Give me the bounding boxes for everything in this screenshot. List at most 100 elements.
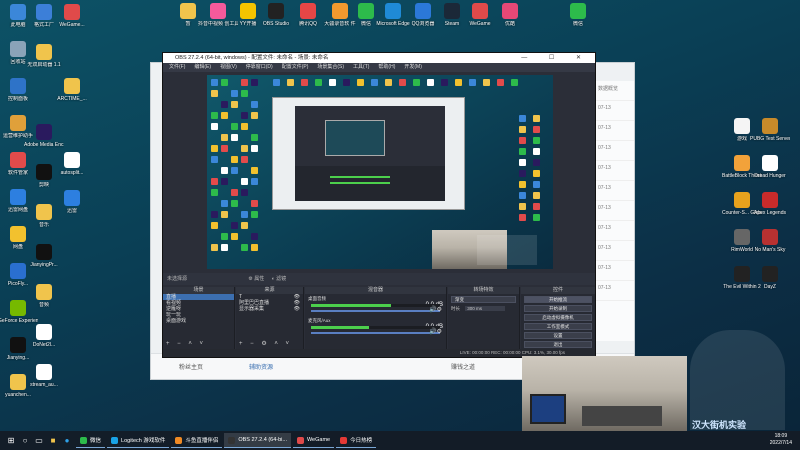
desktop-shortcut[interactable]: No Man's Sky (752, 229, 788, 263)
mixer-header: 混音器 (305, 287, 446, 294)
desktop-shortcut[interactable]: DoNet2l... (26, 324, 62, 358)
preview-desktop-icon (221, 178, 228, 185)
edge-taskbar-icon[interactable]: ● (60, 431, 74, 450)
desktop-shortcut[interactable]: 控制面板 (0, 78, 36, 112)
desktop-shortcut[interactable]: OBS Studio (258, 3, 294, 37)
preview-desktop-icon (301, 79, 308, 86)
control-button[interactable]: 设置 (524, 332, 592, 339)
apex-icon (762, 192, 778, 208)
taskbar-app[interactable]: WeGame (292, 433, 335, 448)
preview-desktop-icon (251, 211, 258, 218)
taskbar-app[interactable]: Logitech 游戏软件 (107, 433, 170, 448)
obs-menu-item[interactable]: 编辑(E) (194, 63, 211, 72)
earning-guide-label[interactable]: 赚钱之道 (451, 362, 475, 371)
obs-menu-item[interactable]: 帮助(H) (378, 63, 395, 72)
properties-button[interactable]: 属性 (254, 276, 264, 282)
search-icon[interactable]: ○ (18, 431, 32, 450)
thunder-drive-icon (10, 189, 26, 205)
taskbar-app[interactable]: 今日热榜 (336, 433, 377, 448)
windows-start-icon[interactable]: ⊞ (4, 431, 18, 450)
desktop-shortcut[interactable]: 音频 (26, 284, 62, 318)
desktop-shortcut[interactable]: DayZ (752, 266, 788, 300)
volume-slider[interactable]: 🔊⚙ (311, 307, 442, 313)
preview-desktop-icon (385, 79, 392, 86)
obs-preview-canvas[interactable] (207, 75, 553, 269)
support-resources-link[interactable]: 辅助资源 (249, 362, 273, 371)
obs-menu-item[interactable]: 工具(T) (353, 63, 369, 72)
scene-tools[interactable]: + − ˄ ˅ (166, 341, 206, 347)
control-button[interactable]: 开始录制 (524, 305, 592, 312)
preview-desktop-icon (413, 79, 420, 86)
obs-menu-item[interactable]: 配置文件(P) (282, 63, 309, 72)
speaker-icon[interactable]: 🔊⚙ (429, 328, 442, 335)
file-explorer-icon[interactable]: ■ (46, 431, 60, 450)
control-button[interactable]: 开始推流 (524, 296, 592, 303)
desktop-shortcut[interactable]: 迅雷 (54, 190, 90, 224)
visibility-eye-icon[interactable]: 👁 (294, 306, 300, 312)
desktop-shortcut[interactable]: 优酷 (492, 3, 528, 37)
control-button[interactable]: 退出 (524, 341, 592, 348)
data-overview-panel: 数据概览 07-13 07-13 07-13 07-13 07-13 07-13 07-13… (594, 81, 634, 341)
webcam-overlay (522, 356, 687, 431)
desktop-shortcut[interactable]: PUBG Test Server (750, 118, 790, 152)
monitor-in-webcam (530, 394, 566, 424)
source-tools[interactable]: + − ⚙ ˄ ˅ (239, 340, 292, 347)
desktop-shortcut-label: DayZ (764, 284, 776, 290)
preview-desktop-icon (441, 79, 448, 86)
desktop-shortcut[interactable]: WeGame... (54, 4, 90, 38)
preview-desktop-icon (211, 90, 218, 97)
desktop-shortcut[interactable]: Dread Hunger (752, 155, 788, 189)
evil-within-icon (734, 266, 750, 282)
desktop-shortcut[interactable]: 微信 (560, 3, 596, 37)
desktop-shortcut[interactable]: stream_au... (26, 364, 62, 398)
software-manager-icon (10, 152, 26, 168)
document-icon (36, 364, 52, 380)
desktop-shortcut[interactable]: 腾讯QQ (290, 3, 326, 37)
obs-menu-item[interactable]: 开发(M) (404, 63, 422, 72)
no-mans-sky-icon (762, 229, 778, 245)
taskbar-app[interactable]: 微信 (76, 433, 106, 448)
preview-desktop-icon (427, 79, 434, 86)
speaker-icon[interactable]: 🔊⚙ (429, 306, 442, 313)
filters-button[interactable]: 滤镜 (276, 276, 286, 282)
data-overview-row: 07-13 (594, 281, 634, 301)
taskbar-app[interactable]: OBS 27.2.4 (64-bi... (224, 433, 291, 448)
transitions-dock: 转场特效 渐变 时长 300 ms (448, 287, 520, 349)
taskbar-app[interactable]: 斗鱼直播伴侣 (171, 433, 223, 448)
obs-title-bar[interactable]: OBS 27.2.4 (64-bit, windows) - 配置文件: 未命名… (163, 53, 595, 63)
task-view-icon[interactable]: ▭ (32, 431, 46, 450)
data-overview-row: 07-13 (594, 121, 634, 141)
obs-menu-item[interactable]: 停靠窗口(D) (246, 63, 273, 72)
duration-input[interactable]: 300 ms (465, 306, 506, 311)
desktop-shortcut[interactable]: ARCTIME_... (54, 78, 90, 112)
desktop-shortcut[interactable]: Apex Legends (752, 192, 788, 226)
control-button[interactable]: 工作室模式 (524, 323, 592, 330)
gear-icon[interactable]: ⚙ (248, 276, 252, 282)
desktop-shortcut[interactable]: JianyingPr... (26, 244, 62, 278)
source-item[interactable]: 显示器采集 👁 (236, 306, 303, 312)
control-button[interactable]: 启动虚拟摄像机 (524, 314, 592, 321)
transition-select[interactable]: 渐变 (451, 296, 516, 303)
app-icon (111, 436, 119, 444)
window-controls[interactable]: — ☐ ✕ (521, 53, 591, 63)
obs-menu-item[interactable]: 视图(V) (220, 63, 237, 72)
desktop-shortcut[interactable]: 无双启动器 1.1 (26, 44, 62, 78)
preview-desktop-icon (533, 137, 540, 144)
obs-menu-item[interactable]: 场景集合(S) (317, 63, 344, 72)
filter-icon[interactable]: ◐ (272, 276, 275, 282)
volume-slider[interactable]: 🔊⚙ (311, 329, 442, 335)
qq-browser-icon (415, 3, 431, 19)
obs-menu-bar: 文件(F) 编辑(E) 视图(V) 停靠窗口(D) 配置文件(P) 场景集合(S) 工具(T… (163, 63, 595, 72)
system-tray-clock[interactable]: 18:09 2022/7/14 (770, 433, 792, 447)
preview-desktop-icon (231, 189, 238, 196)
obs-window-title: OBS 27.2.4 (64-bit, windows) - 配置文件: 未命名… (175, 55, 329, 61)
obs-window[interactable]: OBS 27.2.4 (64-bit, windows) - 配置文件: 未命名… (162, 52, 596, 358)
taskbar-app-label: 微信 (90, 438, 102, 444)
preview-desktop-icon (211, 145, 218, 152)
desktop-shortcut[interactable]: autosplit... (54, 152, 90, 186)
preview-desktop-icon (231, 222, 238, 229)
fans-homepage-label[interactable]: 粉丝主页 (179, 362, 203, 371)
scene-item[interactable]: 桌面游戏 (163, 318, 234, 324)
desktop-shortcut-label: autosplit... (60, 170, 84, 176)
obs-menu-item[interactable]: 文件(F) (169, 63, 185, 72)
